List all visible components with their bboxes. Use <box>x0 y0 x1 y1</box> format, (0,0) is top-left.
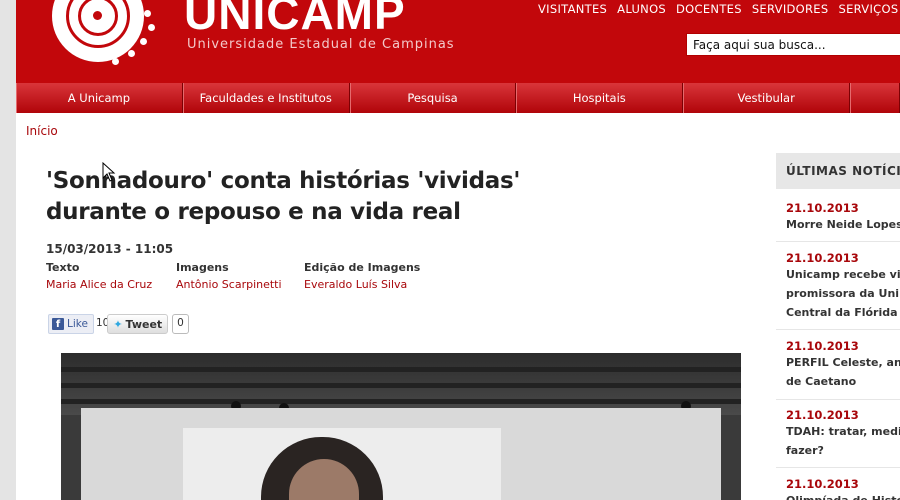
breadcrumb-home[interactable]: Início <box>26 124 58 138</box>
credit-label: Edição de Imagens <box>304 261 421 274</box>
news-item[interactable]: 21.10.2013 Morre Neide Lopes <box>776 201 900 234</box>
credit-imagens: Imagens Antônio Scarpinetti <box>176 261 282 291</box>
nav-item-vestibular[interactable]: Vestibular <box>683 83 851 113</box>
latest-news-sidebar: ÚLTIMAS NOTÍCIAS 21.10.2013 Morre Neide … <box>776 153 900 500</box>
credit-value[interactable]: Everaldo Luís Silva <box>304 278 420 291</box>
news-title-line[interactable]: TDAH: tratar, medi <box>786 423 900 441</box>
tweet-count: 0 <box>172 314 189 334</box>
page-margin <box>0 0 16 500</box>
like-label: Like <box>67 318 88 330</box>
news-title-line[interactable]: Central da Flórida <box>786 304 900 322</box>
nav-item-a-unicamp[interactable]: A Unicamp <box>16 83 183 113</box>
news-date: 21.10.2013 <box>786 339 859 353</box>
news-item[interactable]: 21.10.2013 Olimpíada de Histó <box>776 477 900 500</box>
news-item[interactable]: 21.10.2013 PERFIL Celeste, an de Caetano <box>776 339 900 391</box>
social-buttons: f Like 10 ✦ Tweet 0 <box>48 314 189 334</box>
search-input[interactable]: Faça aqui sua busca... <box>686 33 900 56</box>
brand-subtitle: Universidade Estadual de Campinas <box>187 37 455 52</box>
news-item[interactable]: 21.10.2013 TDAH: tratar, medi fazer? <box>776 408 900 460</box>
twitter-bird-icon: ✦ <box>113 317 123 331</box>
news-title-line[interactable]: promissora da Uni <box>786 285 900 303</box>
tweet-button[interactable]: ✦ Tweet <box>107 314 169 334</box>
credit-label: Texto <box>46 261 80 274</box>
facebook-like-button[interactable]: f Like <box>48 314 94 334</box>
credit-edicao: Edição de Imagens Everaldo Luís Silva <box>304 261 420 291</box>
nav-item-pesquisa[interactable]: Pesquisa <box>350 83 517 113</box>
top-link-visitantes[interactable]: VISITANTES <box>538 2 607 16</box>
credit-value[interactable]: Maria Alice da Cruz <box>46 278 152 291</box>
main-nav: A Unicamp Faculdades e Institutos Pesqui… <box>16 83 900 113</box>
credit-label: Imagens <box>176 261 229 274</box>
main-content: Início 'Sonhadouro' conta histórias 'viv… <box>16 113 900 500</box>
news-date: 21.10.2013 <box>786 408 859 422</box>
top-link-docentes[interactable]: DOCENTES <box>676 2 742 16</box>
top-link-alunos[interactable]: ALUNOS <box>617 2 666 16</box>
top-link-servidores[interactable]: SERVIDORES <box>752 2 829 16</box>
top-link-servicos[interactable]: SERVIÇOS <box>838 2 898 16</box>
nav-item-faculdades[interactable]: Faculdades e Institutos <box>183 83 350 113</box>
news-title-line[interactable]: PERFIL Celeste, an <box>786 354 900 372</box>
nav-item-more[interactable] <box>850 83 900 113</box>
article-date: 15/03/2013 - 11:05 <box>46 242 174 256</box>
article-photo <box>61 353 741 500</box>
article-title: 'Sonhadouro' conta histórias 'vividas' d… <box>46 168 521 225</box>
news-date: 21.10.2013 <box>786 201 859 215</box>
mouse-cursor-icon <box>102 162 116 182</box>
top-links: VISITANTES ALUNOS DOCENTES SERVIDORES SE… <box>538 2 898 16</box>
tweet-label: Tweet <box>125 317 163 331</box>
news-title-line[interactable]: Olimpíada de Histó <box>786 492 900 500</box>
credit-value[interactable]: Antônio Scarpinetti <box>176 278 282 291</box>
news-title-line[interactable]: de Caetano <box>786 373 900 391</box>
news-title[interactable]: Morre Neide Lopes <box>786 216 900 234</box>
site-header: UNICAMP Universidade Estadual de Campina… <box>16 0 900 83</box>
nav-item-hospitais[interactable]: Hospitais <box>516 83 684 113</box>
brand-title[interactable]: UNICAMP <box>184 0 406 40</box>
news-item[interactable]: 21.10.2013 Unicamp recebe vi promissora … <box>776 251 900 322</box>
news-title-line[interactable]: fazer? <box>786 442 900 460</box>
sidebar-heading: ÚLTIMAS NOTÍCIAS <box>776 153 900 189</box>
credit-texto: Texto Maria Alice da Cruz <box>46 261 152 291</box>
facebook-icon: f <box>52 318 64 330</box>
news-date: 21.10.2013 <box>786 477 859 491</box>
news-title-line[interactable]: Unicamp recebe vi <box>786 266 900 284</box>
news-date: 21.10.2013 <box>786 251 859 265</box>
